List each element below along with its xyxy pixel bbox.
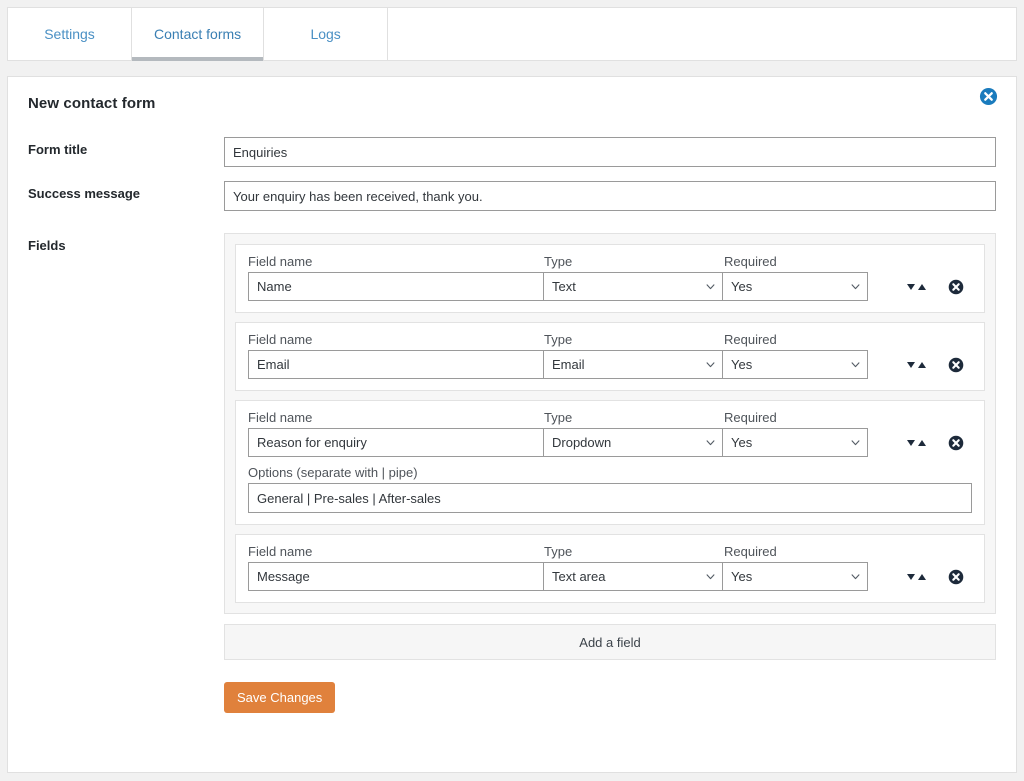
delete-circle-icon[interactable] [948,435,964,451]
field-name-input[interactable] [248,272,544,301]
field-type-value: Text area [552,569,606,584]
field-required-label: Required [724,254,777,269]
add-field-button[interactable]: Add a field [224,624,996,660]
delete-circle-icon[interactable] [948,569,964,585]
tab-label: Contact forms [154,26,242,42]
field-name-label: Field name [248,332,313,347]
tab-bar-filler [388,8,1016,60]
field-name-label: Field name [248,544,313,559]
chevron-down-icon [851,573,860,579]
fields-container: Field name Type Required Text Yes [224,233,996,614]
field-row-actions [868,357,972,373]
chevron-down-icon [851,283,860,289]
tab-settings[interactable]: Settings [8,8,132,60]
page-title: New contact form [28,95,156,112]
delete-circle-icon[interactable] [948,357,964,373]
field-required-label: Required [724,410,777,425]
field-row-actions [868,435,972,451]
tab-bar: Settings Contact forms Logs [7,7,1017,61]
field-type-label: Type [544,544,573,559]
fields-label: Fields [28,238,66,253]
field-options-block: Options (separate with | pipe) [248,465,972,513]
chevron-down-icon [851,439,860,445]
field-row-actions [868,569,972,585]
success-message-input[interactable] [224,181,996,211]
sort-updown-icon[interactable] [906,437,928,449]
field-name-label: Field name [248,410,313,425]
field-row-actions [868,279,972,295]
field-required-value: Yes [731,435,753,450]
field-name-label: Field name [248,254,313,269]
field-type-label: Type [544,332,573,347]
field-row: Field name Type Required Text area Yes [235,534,985,603]
field-required-value: Yes [731,569,753,584]
field-required-value: Yes [731,279,753,294]
success-message-row: Success message [8,181,1016,211]
save-button[interactable]: Save Changes [224,682,336,713]
field-type-select[interactable]: Dropdown [543,428,723,457]
field-required-select[interactable]: Yes [722,272,868,301]
chevron-down-icon [706,283,715,289]
field-required-select[interactable]: Yes [722,562,868,591]
field-name-input[interactable] [248,350,544,379]
form-title-label: Form title [28,142,88,157]
tab-logs[interactable]: Logs [264,8,389,60]
delete-circle-icon[interactable] [948,279,964,295]
field-row: Field name Type Required Dropdown Yes [235,400,985,525]
field-type-select[interactable]: Text area [543,562,723,591]
field-type-value: Dropdown [552,435,612,450]
field-type-value: Email [552,357,585,372]
close-circle-icon[interactable] [979,87,998,106]
field-options-label: Options (separate with | pipe) [248,465,418,480]
field-inputs: Text area Yes [248,562,972,591]
tab-label: Logs [310,26,341,42]
field-column-labels: Field name Type Required [248,332,972,347]
field-type-label: Type [544,254,573,269]
contact-form-panel: New contact form Form title Success mess… [7,76,1017,773]
success-message-label: Success message [28,186,141,201]
save-row-spacer [28,682,224,713]
field-type-select[interactable]: Text [543,272,723,301]
field-inputs: Email Yes [248,350,972,379]
field-column-labels: Field name Type Required [248,410,972,425]
field-type-value: Text [552,279,576,294]
chevron-down-icon [851,361,860,367]
field-required-select[interactable]: Yes [722,428,868,457]
panel-header: New contact form [8,77,1016,123]
field-name-input[interactable] [248,428,544,457]
field-row: Field name Type Required Text Yes [235,244,985,313]
field-type-label: Type [544,410,573,425]
tab-label: Settings [44,26,95,42]
sort-updown-icon[interactable] [906,571,928,583]
field-inputs: Dropdown Yes [248,428,972,457]
field-type-select[interactable]: Email [543,350,723,379]
field-required-value: Yes [731,357,753,372]
form-title-input[interactable] [224,137,996,167]
field-name-input[interactable] [248,562,544,591]
field-required-label: Required [724,332,777,347]
form-title-row: Form title [8,137,1016,167]
chevron-down-icon [706,573,715,579]
tab-contact-forms[interactable]: Contact forms [132,8,265,61]
field-column-labels: Field name Type Required [248,544,972,559]
sort-updown-icon[interactable] [906,281,928,293]
sort-updown-icon[interactable] [906,359,928,371]
field-required-label: Required [724,544,777,559]
field-column-labels: Field name Type Required [248,254,972,269]
field-required-select[interactable]: Yes [722,350,868,379]
fields-row: Fields Field name Type Required Text [8,233,1016,660]
save-row: Save Changes [8,682,1016,713]
chevron-down-icon [706,439,715,445]
chevron-down-icon [706,361,715,367]
field-row: Field name Type Required Email Yes [235,322,985,391]
field-inputs: Text Yes [248,272,972,301]
field-options-input[interactable] [248,483,972,513]
